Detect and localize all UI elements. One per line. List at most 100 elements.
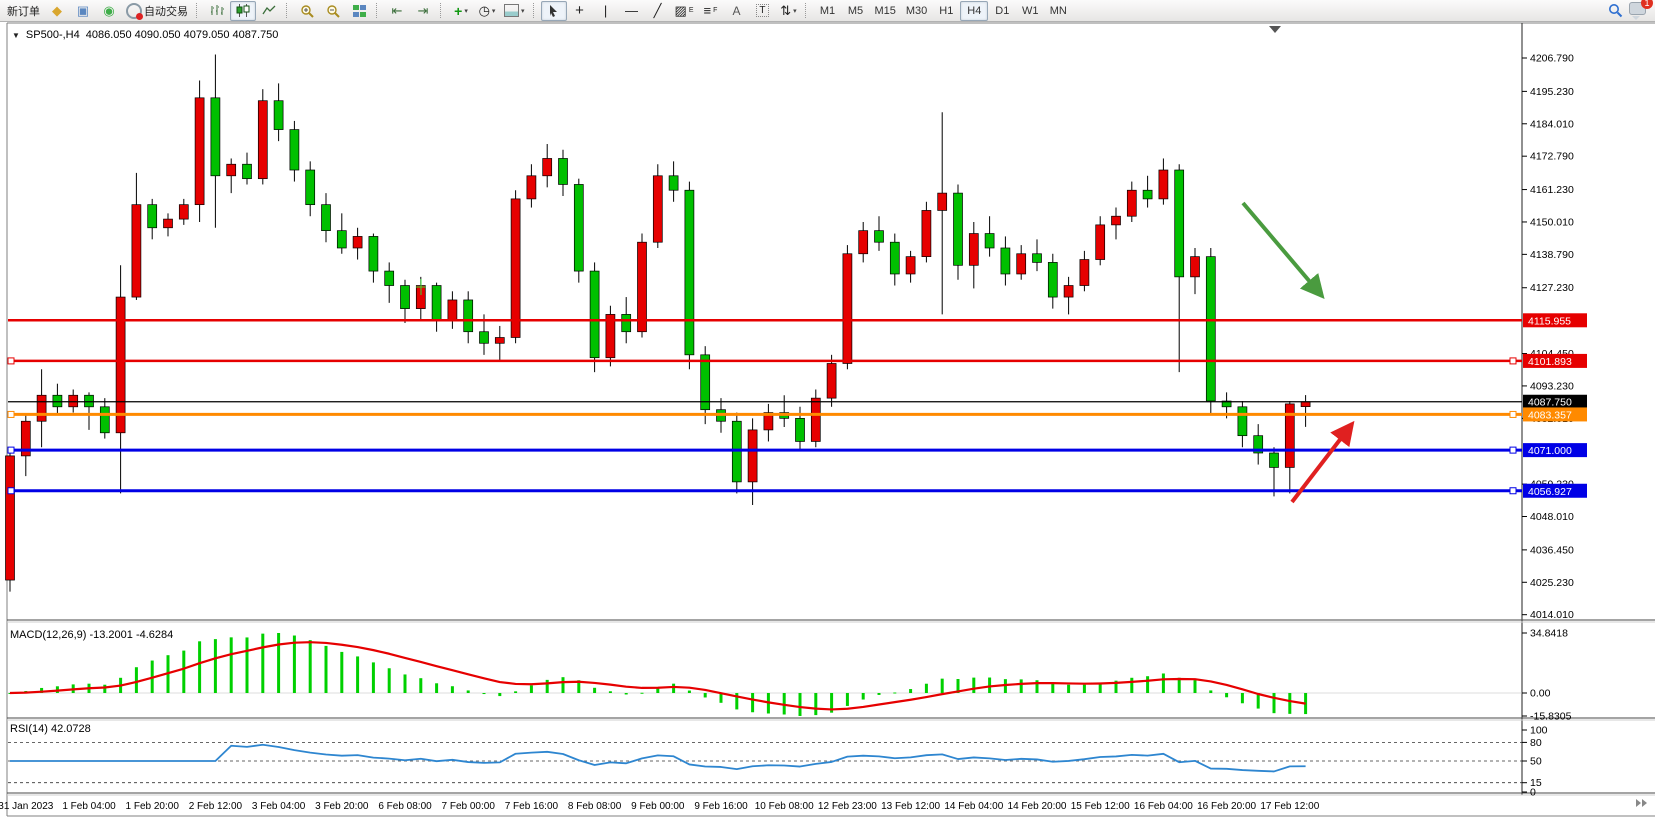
rsi-indicator-label: RSI(14) 42.0728 — [10, 723, 91, 735]
candle — [669, 176, 678, 190]
candle — [969, 234, 978, 266]
macd-histogram-bar — [878, 693, 881, 695]
timeframe-d1[interactable]: D1 — [988, 1, 1016, 21]
trendline-tool-button[interactable]: ╱ — [645, 1, 671, 21]
channel-label: E — [689, 7, 694, 14]
macd-histogram-bar — [1241, 693, 1244, 703]
toolbar-separator — [533, 3, 538, 18]
globe-icon — [126, 3, 142, 19]
toolbar-separator — [376, 3, 381, 18]
line-handle[interactable] — [1510, 488, 1516, 494]
macd-histogram-bar — [625, 693, 628, 694]
add-indicator-button[interactable]: +▾ — [448, 1, 474, 21]
candle — [938, 193, 947, 210]
zoom-out-button[interactable] — [320, 1, 346, 21]
search-icon[interactable] — [1608, 3, 1623, 18]
line-chart-type-button[interactable] — [256, 1, 282, 21]
channel-tool-button[interactable]: ▨E — [671, 1, 698, 21]
tile-windows-button[interactable] — [346, 1, 372, 21]
hline-tool-button[interactable]: — — [619, 1, 645, 21]
macd-histogram-bar — [1288, 693, 1291, 714]
auto-scroll-button[interactable]: ⇤ — [384, 1, 410, 21]
arrows-tool-button[interactable]: ⇅▾ — [775, 1, 801, 21]
text-tool-label: A — [732, 4, 740, 18]
signals-button[interactable]: ◉ — [96, 1, 122, 21]
timeframe-h1[interactable]: H1 — [932, 1, 960, 21]
bar-chart-type-button[interactable] — [204, 1, 230, 21]
time-axis-label: 13 Feb 12:00 — [881, 801, 940, 812]
arrows-icon: ⇅ — [780, 4, 791, 17]
chevron-down-icon[interactable]: ▼ — [12, 31, 20, 40]
candle — [748, 430, 757, 482]
line-handle[interactable] — [1510, 447, 1516, 453]
macd-histogram-bar — [799, 693, 802, 716]
candle — [385, 271, 394, 285]
macd-histogram-bar — [909, 689, 912, 693]
chart-shift-button[interactable]: ⇥ — [410, 1, 436, 21]
line-handle[interactable] — [8, 411, 14, 417]
macd-histogram-bar — [135, 667, 138, 693]
rsi-axis-label: 50 — [1530, 756, 1542, 768]
auto-trading-button[interactable]: 自动交易 — [122, 1, 192, 21]
macd-histogram-bar — [483, 693, 486, 694]
time-axis-label: 16 Feb 20:00 — [1197, 801, 1256, 812]
scroll-to-end-icon[interactable] — [1636, 799, 1647, 807]
fibonacci-tool-button[interactable]: ≡F — [697, 1, 723, 21]
macd-histogram-bar — [1225, 693, 1228, 697]
price-line-badge-label: 4071.000 — [1528, 445, 1572, 457]
label-tool-button[interactable]: T — [749, 1, 775, 21]
macd-histogram-bar — [862, 693, 865, 700]
crosshair-icon: + — [575, 4, 584, 17]
candlestick-type-button[interactable] — [230, 1, 256, 21]
candle — [906, 257, 915, 274]
candlestick-icon — [236, 4, 250, 17]
timeframe-h4[interactable]: H4 — [960, 1, 988, 21]
tile-windows-icon — [353, 5, 366, 17]
chat-button[interactable]: 1 — [1629, 2, 1646, 20]
candle — [290, 130, 299, 170]
candle — [875, 231, 884, 243]
templates-button[interactable]: ▾ — [500, 1, 529, 21]
price-line-badge-label: 4083.357 — [1528, 409, 1572, 421]
timeframe-m30[interactable]: M30 — [901, 1, 932, 21]
clock-icon: ◷ — [479, 4, 490, 17]
zoom-out-icon — [326, 4, 340, 18]
chart-canvas[interactable]: 4206.7904195.2304184.0104172.7904161.230… — [0, 22, 1655, 824]
periods-button[interactable]: ◷▾ — [474, 1, 500, 21]
candle — [258, 101, 267, 179]
terminal-button[interactable]: ▣ — [70, 1, 96, 21]
time-axis-label: 3 Feb 04:00 — [252, 801, 306, 812]
candle — [227, 164, 236, 176]
vertical-line-icon: | — [604, 4, 607, 17]
vline-tool-button[interactable]: | — [593, 1, 619, 21]
line-handle[interactable] — [1510, 411, 1516, 417]
crosshair-tool-button[interactable]: + — [567, 1, 593, 21]
text-tool-button[interactable]: A — [723, 1, 749, 21]
line-chart-icon — [262, 4, 276, 17]
candle — [369, 236, 378, 271]
zoom-in-button[interactable] — [294, 1, 320, 21]
candle — [590, 271, 599, 358]
metaquotes-icon[interactable]: ◆ — [44, 1, 70, 21]
timeframe-m15[interactable]: M15 — [869, 1, 900, 21]
dropdown-caret: ▾ — [492, 7, 496, 15]
candle — [243, 164, 252, 178]
timeframe-m1[interactable]: M1 — [813, 1, 841, 21]
new-order-button[interactable]: 新订单 — [3, 1, 44, 21]
candle — [985, 234, 994, 248]
line-handle[interactable] — [8, 358, 14, 364]
cursor-tool-button[interactable] — [541, 1, 567, 21]
line-handle[interactable] — [1510, 358, 1516, 364]
candle — [527, 176, 536, 199]
line-handle[interactable] — [8, 447, 14, 453]
candle — [1301, 402, 1310, 407]
candle — [495, 337, 504, 343]
timeframe-mn[interactable]: MN — [1044, 1, 1072, 21]
diamond-icon: ◆ — [52, 4, 62, 17]
timeframe-w1[interactable]: W1 — [1016, 1, 1044, 21]
macd-histogram-bar — [309, 640, 312, 693]
candle — [1017, 254, 1026, 274]
timeframe-m5[interactable]: M5 — [841, 1, 869, 21]
line-handle[interactable] — [8, 488, 14, 494]
price-tick-label: 4127.230 — [1530, 282, 1574, 294]
